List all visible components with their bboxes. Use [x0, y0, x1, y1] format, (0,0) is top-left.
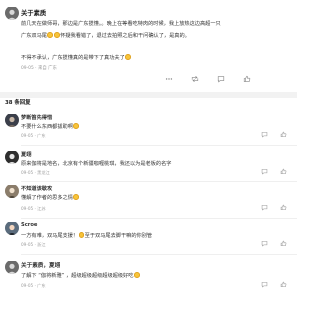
comment-text: 一方有难，双马尾支援！ 至于双马尾去脚干嘛的你别管: [21, 232, 153, 239]
comment-item: 夏翊 原来伽将是地名，北京有个新疆咖喱桃琪，我还以为是老板的名字 09-05 ·…: [0, 147, 297, 182]
like-icon[interactable]: [280, 281, 287, 288]
like-icon[interactable]: [280, 168, 287, 175]
like-icon[interactable]: [280, 204, 287, 211]
comment-meta: 09-05 · 广东: [21, 133, 46, 138]
comment-item: Scroe 一方有难，双马尾支援！ 至于双马尾去脚干嘛的你别管 09-05 · 浙…: [0, 219, 297, 255]
comment-item: 梦断笛先得惜 不要什么东西都拔助啊 09-05 · 广东: [0, 111, 297, 147]
emoji-icon: [54, 32, 60, 38]
commenter-avatar[interactable]: [5, 221, 19, 235]
comment-separator: [21, 254, 297, 255]
emoji-icon: [73, 194, 79, 200]
more-icon[interactable]: [165, 75, 173, 83]
comment-icon[interactable]: [217, 75, 225, 83]
post-meta: 09-05 · 来自 广东: [21, 66, 57, 71]
repost-icon[interactable]: [191, 75, 199, 83]
comment-author[interactable]: 夏翊: [21, 151, 31, 158]
post-actions: [165, 75, 251, 83]
replier-avatar[interactable]: [5, 260, 19, 274]
comment-meta: 09-05 · 浙江: [21, 242, 46, 247]
post-line-1: 前几天在做师哥，那边是广东揽懂。。晚上在等看吃特肉的时候，我上放热这边高超一只: [21, 21, 221, 27]
comment-text: 懂解了作者的思多之情: [21, 194, 79, 201]
reply-actions: [261, 281, 287, 288]
reply-author[interactable]: 关于素质，夏翊: [21, 261, 60, 269]
comment-separator: [21, 145, 297, 146]
post-line-2: 广东双马尾 怀疑我看错了，退过去拍照之后和干问确认了，是真的。: [21, 32, 190, 39]
comment-author[interactable]: 梦断笛先得惜: [21, 114, 52, 121]
comment-actions: [261, 204, 287, 211]
comment-actions: [261, 240, 287, 247]
comment-icon[interactable]: [261, 131, 268, 138]
commenter-avatar[interactable]: [5, 113, 19, 127]
post-author[interactable]: 关于素质: [21, 8, 46, 17]
reply-item: 关于素质，夏翊 了解下 “伽将新雅” ，超级超级超级超级超级好吃 09-05 ·…: [0, 256, 297, 309]
emoji-icon: [133, 272, 140, 278]
emoji-icon: [47, 32, 54, 38]
comment-text: 原来伽将是地名，北京有个新疆咖喱桃琪，我还以为是老板的名字: [21, 161, 172, 167]
reply-text: 了解下 “伽将新雅” ，超级超级超级超级超级好吃: [21, 272, 140, 279]
comment-meta: 09-05 · 黑龙江: [21, 170, 50, 175]
commenter-avatar[interactable]: [5, 150, 19, 164]
comment-author[interactable]: 不知道该歇攻: [21, 185, 52, 192]
like-icon[interactable]: [280, 131, 287, 138]
comment-icon[interactable]: [261, 204, 268, 211]
section-divider: [0, 92, 297, 98]
comment-icon[interactable]: [261, 240, 268, 247]
like-icon[interactable]: [280, 240, 287, 247]
emoji-icon: [125, 54, 131, 60]
comments-count: 38 条回复: [5, 100, 31, 106]
emoji-icon: [78, 232, 85, 238]
post-line-3: 不得不承认，广东揽懂真的是带下了真功夫了: [21, 52, 131, 65]
comment-author[interactable]: Scroe: [21, 222, 37, 228]
emoji-icon: [73, 123, 79, 129]
commenter-avatar[interactable]: [5, 184, 19, 198]
like-icon[interactable]: [243, 75, 251, 83]
post-card: 关于素质 前几天在做师哥，那边是广东揽懂。。晚上在等看吃特肉的时候，我上放热这边…: [0, 0, 297, 92]
author-avatar[interactable]: [5, 6, 19, 20]
comment-text: 不要什么东西都拔助啊: [21, 123, 79, 130]
comment-actions: [261, 168, 287, 175]
reply-meta: 09-05 · 广东: [21, 283, 46, 288]
comment-meta: 09-05 · 江苏: [21, 206, 46, 211]
comment-actions: [261, 131, 287, 138]
comment-icon[interactable]: [261, 168, 268, 175]
comment-item: 不知道该歇攻 懂解了作者的思多之情 09-05 · 江苏: [0, 182, 297, 219]
comment-icon[interactable]: [261, 281, 268, 288]
